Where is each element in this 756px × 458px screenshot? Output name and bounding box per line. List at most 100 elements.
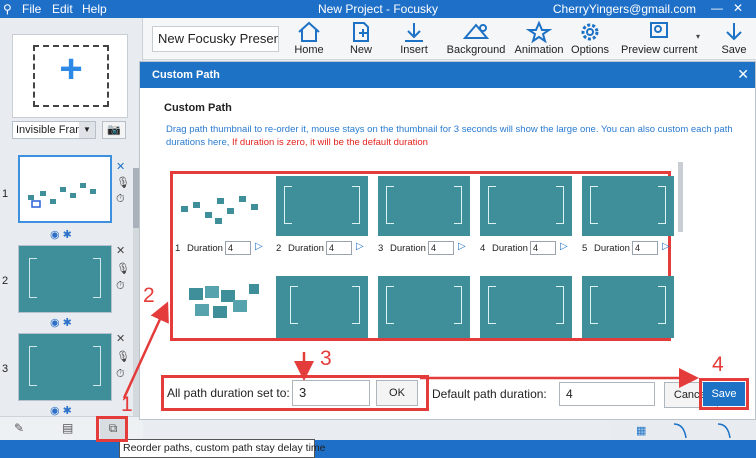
all-duration-label: All path duration set to: (167, 386, 290, 400)
minimize-icon[interactable]: — (711, 1, 723, 15)
path-duration-row: 5 Duration 4 ▷ (582, 241, 678, 257)
path-number: 1 (175, 243, 181, 254)
duration-input[interactable]: 4 (428, 241, 454, 255)
save-button[interactable]: Save (703, 382, 745, 406)
path-thumbnail-8[interactable] (378, 276, 470, 338)
edit-icon[interactable]: ✎ (14, 421, 24, 435)
mic-icon[interactable]: 🎙 (116, 176, 130, 189)
path-thumbnail-2[interactable] (276, 176, 368, 236)
dialog-header: Custom Path ✕ (140, 62, 755, 88)
slide-thumbnail-2[interactable] (18, 245, 112, 313)
play-icon[interactable]: ▷ (255, 241, 263, 252)
slide-2-play-settings[interactable]: ◉ ✱ (50, 316, 72, 329)
duration-input[interactable]: 4 (530, 241, 556, 255)
grid-scrollbar[interactable] (678, 162, 683, 232)
mic-icon[interactable]: 🎙 (116, 350, 130, 363)
annotation-number-3: 3 (320, 347, 332, 370)
path-1-preview (181, 196, 258, 224)
bracket-left (590, 286, 598, 324)
bracket-left (386, 186, 394, 224)
path-thumbnail-4[interactable] (480, 176, 572, 236)
camera-icon: 📷 (107, 124, 121, 136)
insert-label: Insert (400, 44, 428, 56)
duration-input[interactable]: 4 (225, 241, 251, 255)
close-window-icon[interactable]: ✕ (733, 1, 743, 15)
new-label: New (349, 44, 372, 56)
path-thumbnail-10[interactable] (582, 276, 674, 338)
all-duration-input[interactable]: 3 (292, 380, 370, 406)
path-thumbnail-7[interactable] (276, 276, 368, 338)
close-icon[interactable]: ✕ (737, 66, 749, 83)
save-toolbar-button[interactable]: Save (717, 20, 751, 60)
preview-icon (650, 22, 668, 38)
save-highlight: Save (699, 378, 749, 410)
close-slide-icon[interactable]: ✕ (116, 244, 125, 257)
path-thumbnail-3[interactable] (378, 176, 470, 236)
layout-icon[interactable]: ▦ (636, 424, 646, 437)
close-slide-icon[interactable]: ✕ (116, 160, 125, 173)
save-toolbar-label: Save (721, 44, 747, 56)
preview-dropdown-icon[interactable]: ▾ (696, 32, 700, 41)
add-frame-button[interactable]: + (12, 34, 128, 118)
frame-type-select[interactable]: Invisible Fran ▼ (12, 121, 96, 139)
close-slide-icon[interactable]: ✕ (116, 332, 125, 345)
slide-1-play-settings[interactable]: ◉ ✱ (50, 228, 72, 241)
save-icon (726, 23, 742, 41)
duration-label: Duration (187, 243, 223, 254)
slide-thumbnail-1[interactable] (18, 155, 112, 223)
insert-button[interactable]: Insert (393, 20, 435, 60)
play-icon[interactable]: ▷ (458, 241, 466, 252)
camera-button[interactable]: 📷 (102, 121, 126, 139)
play-icon[interactable]: ▷ (560, 241, 568, 252)
animation-label: Animation (514, 44, 564, 56)
animation-star-icon (525, 20, 553, 44)
path-thumbnail-9[interactable] (480, 276, 572, 338)
ok-button[interactable]: OK (376, 380, 418, 406)
slide-1-preview (28, 183, 96, 208)
path-thumbnail-5[interactable] (582, 176, 674, 236)
menu-edit[interactable]: Edit (52, 2, 73, 16)
annotation-box-1 (96, 416, 128, 442)
plus-icon: + (59, 47, 83, 91)
menu-help[interactable]: Help (82, 2, 107, 16)
options-button[interactable]: Options (569, 20, 611, 60)
play-icon[interactable]: ▷ (356, 241, 364, 252)
path-thumbnail-1[interactable] (175, 176, 267, 236)
timer-icon[interactable]: ⏱ (116, 280, 125, 293)
path-duration-row: 4 Duration 4 ▷ (480, 241, 576, 257)
bracket-left (29, 258, 37, 298)
status-bar (0, 440, 756, 458)
timer-icon[interactable]: ⏱ (116, 368, 125, 381)
animation-button[interactable]: Animation (513, 20, 565, 60)
all-duration-box: All path duration set to: 3 OK (161, 375, 429, 411)
tooltip: Reorder paths, custom path stay delay ti… (119, 439, 326, 458)
background-icon (462, 23, 490, 39)
default-duration-input[interactable]: 4 (559, 382, 655, 406)
menu-file[interactable]: File (22, 2, 41, 16)
project-name-input[interactable]: New Focusky Presenta (152, 26, 279, 52)
annotation-number-1: 1 (121, 393, 133, 416)
slide-number: 3 (2, 363, 9, 375)
play-icon[interactable]: ▷ (662, 241, 670, 252)
bracket-left (488, 286, 496, 324)
duration-input[interactable]: 4 (326, 241, 352, 255)
description-red: If duration is zero, it will be the defa… (232, 137, 428, 148)
preview-current-button[interactable]: Preview current (621, 20, 697, 60)
notes-icon[interactable]: ▤ (62, 421, 73, 435)
path-curve-icons[interactable] (670, 422, 750, 440)
timer-icon[interactable]: ⏱ (116, 193, 125, 206)
duration-input[interactable]: 4 (632, 241, 658, 255)
mic-icon[interactable]: 🎙 (116, 262, 130, 275)
home-icon (298, 21, 320, 42)
path-thumbnail-6[interactable] (175, 276, 267, 338)
home-button[interactable]: Home (291, 20, 327, 60)
path-number: 4 (480, 243, 486, 254)
new-file-icon (353, 22, 369, 42)
bracket-right (93, 346, 101, 386)
bracket-left (386, 286, 394, 324)
bracket-right (93, 258, 101, 298)
new-button[interactable]: New (343, 20, 379, 60)
user-email[interactable]: CherryYingers@gmail.com (553, 2, 696, 16)
background-button[interactable]: Background (443, 20, 509, 60)
slide-thumbnail-3[interactable] (18, 333, 112, 401)
